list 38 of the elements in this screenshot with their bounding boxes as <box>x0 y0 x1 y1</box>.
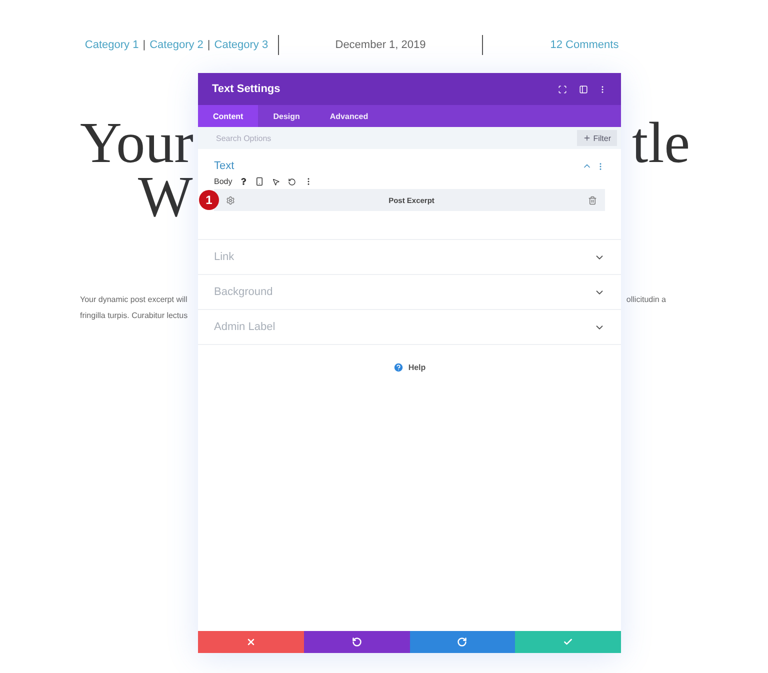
check-icon <box>563 637 574 647</box>
post-date: December 1, 2019 <box>335 39 426 51</box>
undo-icon <box>352 637 362 647</box>
settings-icon[interactable] <box>226 196 235 204</box>
help-link[interactable]: Help <box>393 361 426 373</box>
reset-icon[interactable] <box>288 178 296 186</box>
field-label: Body <box>214 177 232 186</box>
separator: | <box>207 39 210 51</box>
plus-icon <box>583 134 592 142</box>
phone-icon[interactable] <box>255 177 264 186</box>
excerpt-text: ollicitudin a <box>626 294 666 306</box>
post-title: tle <box>632 116 690 170</box>
tab[interactable]: Content <box>198 105 258 127</box>
panel-icon[interactable] <box>579 84 588 94</box>
section-toggle[interactable]: Link <box>214 251 594 263</box>
comments-link[interactable]: 12 Comments <box>550 39 619 51</box>
excerpt-text: Your dynamic post excerpt will <box>80 294 188 306</box>
excerpt-text: fringilla turpis. Curabitur lectus <box>80 310 188 322</box>
section-toggle[interactable]: Background <box>214 286 594 298</box>
tab[interactable]: Advanced <box>314 105 384 127</box>
search-field[interactable]: Search Options Filter <box>198 127 621 149</box>
separator: | <box>142 39 146 51</box>
x-icon <box>246 637 256 647</box>
filter-button[interactable]: Filter <box>577 130 617 146</box>
section-toggle[interactable]: Admin Label <box>214 321 594 333</box>
category-link[interactable]: Category 2 <box>150 39 204 51</box>
section-toggle[interactable]: Text <box>214 160 582 172</box>
tab[interactable]: Design <box>258 105 315 127</box>
help-icon <box>393 362 404 372</box>
redo-icon <box>457 637 468 647</box>
fullscreen-icon[interactable] <box>558 84 567 94</box>
category-link[interactable]: Category 1 <box>84 39 139 51</box>
modal-title: Text Settings <box>212 83 282 95</box>
number-badge: 1 <box>199 190 219 210</box>
help-icon[interactable] <box>240 178 248 185</box>
category-link[interactable]: Category 3 <box>214 39 268 51</box>
cursor-icon[interactable] <box>272 178 280 186</box>
trash-icon[interactable] <box>588 196 597 204</box>
